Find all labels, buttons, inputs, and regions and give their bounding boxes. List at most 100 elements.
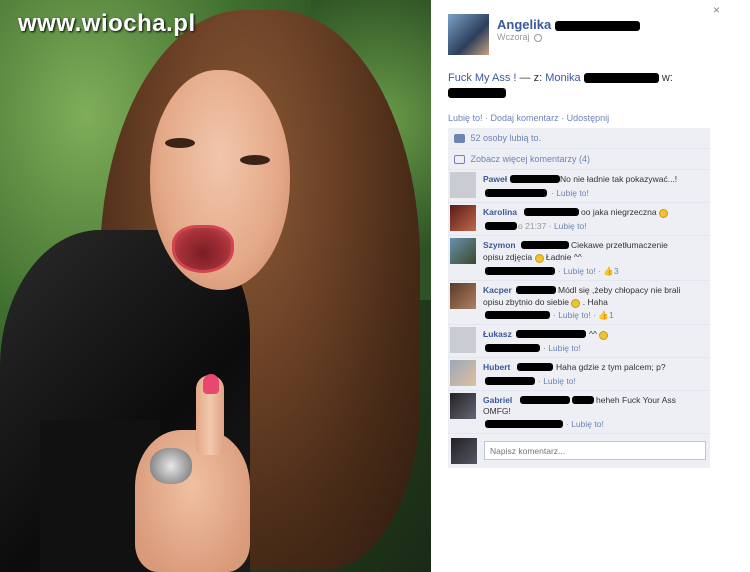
photo-mouth — [172, 225, 234, 273]
photo-nail — [203, 374, 219, 394]
redacted-time — [485, 267, 555, 276]
redacted-surname — [524, 208, 579, 217]
comment-like-link[interactable]: Lubię to! — [556, 188, 589, 198]
comment-item: Karolina oo jaka niegrzeczna o 21:37 · L… — [448, 203, 710, 237]
share-link[interactable]: Udostępnij — [567, 113, 610, 123]
comment-text-line2: opisu zdjęcia — [483, 252, 533, 263]
more-comments-row[interactable]: Zobacz więcej komentarzy (4) — [448, 149, 710, 171]
post-time: Wczoraj — [497, 32, 543, 42]
comment-like-link[interactable]: Lubię to! — [554, 221, 587, 231]
redacted-location — [448, 88, 506, 98]
redacted-time — [485, 189, 547, 198]
thumbs-up-icon: 👍 — [603, 266, 614, 277]
likes-row[interactable]: 52 osoby lubią to. — [448, 128, 710, 150]
caption-at: w: — [661, 72, 673, 84]
redacted-surname — [510, 175, 560, 184]
redacted-surname — [516, 286, 556, 295]
comment-like-link[interactable]: Lubię to! — [558, 310, 591, 320]
audience-icon — [534, 33, 543, 42]
photo-eye-right — [240, 155, 270, 165]
comment-author[interactable]: Karolina — [483, 207, 517, 217]
watermark: www.wiocha.pl — [18, 10, 196, 37]
redacted-surname — [521, 241, 569, 250]
more-comments-link[interactable]: Zobacz więcej komentarzy (4) — [471, 154, 591, 164]
comment-item: Paweł No nie ładnie tak pokazywać...! · … — [448, 170, 710, 204]
comment-author[interactable]: Kacper — [483, 285, 512, 295]
redacted-date — [485, 222, 517, 231]
comment-item: Łukasz ^^ · Lubię to! — [448, 325, 710, 359]
author-name-text[interactable]: Angelika — [497, 17, 551, 32]
comment-like-link[interactable]: Lubię to! — [548, 343, 581, 353]
comment-text: No nie ładnie tak pokazywać...! — [560, 174, 678, 185]
redacted-time — [485, 344, 540, 353]
redacted-surname — [554, 20, 640, 31]
comment-time[interactable]: 21:37 — [525, 221, 546, 231]
comment-text-line2: OMFG! — [483, 406, 511, 417]
comment-like-link[interactable]: Lubię to! — [543, 376, 576, 386]
caption-title: Fuck My Ass ! — [448, 72, 517, 84]
close-icon[interactable]: × — [713, 3, 720, 17]
reply-row — [448, 434, 710, 469]
author-name[interactable]: Angelika — [497, 17, 640, 32]
comment-text: oo jaka niegrzeczna — [581, 207, 657, 218]
likes-text[interactable]: 52 osoby lubią to. — [471, 133, 542, 143]
caption-with: — z: — [519, 72, 543, 84]
redacted-surname — [517, 363, 553, 372]
post-actions: Lubię to! · Dodaj komentarz · Udostępnij — [448, 113, 610, 123]
comment-author[interactable]: Łukasz — [483, 329, 512, 339]
redacted-surname — [516, 330, 586, 339]
redacted-time — [485, 420, 563, 429]
redacted-time — [485, 377, 535, 386]
redacted-person — [583, 73, 659, 84]
thumbs-up-icon: 👍 — [598, 310, 609, 321]
comment-avatar[interactable] — [450, 205, 476, 232]
comment-item: Gabriel heheh Fuck Your Ass OMFG! · Lubi… — [448, 391, 710, 435]
comment-text: Haha gdzie z tym palcem; p? — [556, 362, 666, 373]
comment-avatar[interactable] — [450, 172, 476, 199]
redacted-time — [485, 311, 550, 320]
comment-avatar[interactable] — [450, 327, 476, 354]
add-comment-link[interactable]: Dodaj komentarz — [491, 113, 559, 123]
comment-like-count[interactable]: 3 — [614, 266, 619, 276]
comment-text-line2b: Ładnie ^^ — [545, 252, 582, 263]
post-time-text[interactable]: Wczoraj — [497, 32, 530, 42]
comment-author[interactable]: Szymon — [483, 240, 516, 250]
comment-text-line2b: . Haha — [582, 297, 608, 308]
comment-input[interactable] — [484, 441, 706, 461]
photo-ring — [150, 448, 192, 484]
redacted-surname-2 — [572, 396, 594, 405]
comment-author[interactable]: Paweł — [483, 174, 507, 184]
comment-avatar[interactable] — [450, 360, 476, 387]
like-link[interactable]: Lubię to! — [448, 113, 483, 123]
comment-text: Ciekawe przetłumaczenie — [571, 240, 668, 251]
ufi-box: 52 osoby lubią to. Zobacz więcej komenta… — [448, 128, 710, 469]
comment-like-link[interactable]: Lubię to! — [563, 266, 596, 276]
comment-item: Hubert Haha gdzie z tym palcem; p? · Lub… — [448, 358, 710, 392]
comment-text: heheh Fuck Your Ass — [596, 395, 676, 406]
photo-hand — [135, 430, 250, 572]
comment-text: Módl się ,żeby chłopacy nie brali — [558, 285, 681, 296]
comment-icon — [454, 155, 465, 165]
photo[interactable]: www.wiocha.pl — [0, 0, 431, 572]
comment-avatar[interactable] — [450, 283, 476, 310]
comment-author[interactable]: Hubert — [483, 362, 510, 372]
smile-emoji-icon — [658, 208, 668, 218]
comment-item: Kacper Módl się ,żeby chłopacy nie brali… — [448, 281, 710, 326]
current-user-avatar — [451, 438, 477, 465]
comment-like-link[interactable]: Lubię to! — [571, 419, 604, 429]
comment-avatar[interactable] — [450, 238, 476, 265]
comment-text: ^^ — [589, 329, 597, 340]
comment-avatar[interactable] — [450, 393, 476, 420]
smile-emoji-icon — [534, 253, 544, 263]
author-avatar[interactable] — [448, 14, 489, 55]
comment-author[interactable]: Gabriel — [483, 395, 512, 405]
photo-eye-left — [165, 138, 195, 148]
comment-text-line2: opisu zbytnio do siebie — [483, 297, 570, 308]
comment-like-count[interactable]: 1 — [609, 310, 614, 320]
post-caption: Fuck My Ass ! — z: Monika w: — [448, 72, 673, 98]
thumbs-up-icon — [454, 134, 465, 144]
caption-person[interactable]: Monika — [545, 72, 580, 84]
smile-emoji-icon — [599, 330, 609, 340]
redacted-surname — [520, 396, 570, 405]
smile-emoji-icon — [571, 298, 581, 308]
